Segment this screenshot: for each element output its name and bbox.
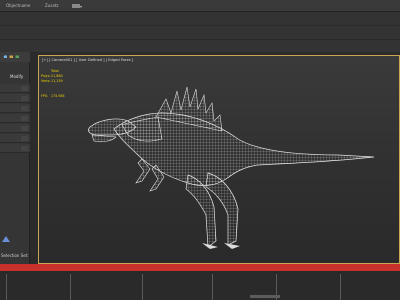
list-item[interactable] bbox=[0, 94, 30, 103]
list-item[interactable] bbox=[0, 114, 30, 123]
list-cell bbox=[21, 126, 28, 131]
list-item[interactable] bbox=[0, 124, 30, 133]
list-cell bbox=[21, 106, 28, 111]
timeline-tick bbox=[70, 274, 71, 300]
toolbar-area bbox=[0, 12, 400, 52]
list-cell bbox=[21, 136, 28, 141]
menu-item-zusatz[interactable]: Zusatz bbox=[45, 3, 58, 8]
command-panel-header bbox=[0, 52, 30, 62]
timeline-slider-bar[interactable] bbox=[0, 264, 400, 271]
list-item[interactable] bbox=[0, 144, 30, 153]
menu-bar: Objectname Zusatz ▾ bbox=[0, 0, 400, 12]
object-thumbnail-icon[interactable] bbox=[1, 235, 11, 243]
list-cell bbox=[21, 116, 28, 121]
foot bbox=[224, 243, 240, 249]
selection-set-label: Selection Set: bbox=[1, 253, 29, 258]
sphere-icon[interactable] bbox=[3, 55, 7, 58]
timeline-tick bbox=[340, 274, 341, 300]
display-icon[interactable] bbox=[72, 4, 80, 8]
list-cell bbox=[21, 86, 28, 91]
dropdown-arrow-icon[interactable]: ▾ bbox=[80, 4, 82, 9]
list-cell bbox=[21, 96, 28, 101]
hierarchy-icon[interactable] bbox=[15, 55, 19, 58]
command-panel: Modify Selection Set: bbox=[0, 52, 30, 264]
menu-item-objectname[interactable]: Objectname bbox=[6, 3, 30, 8]
list-item[interactable] bbox=[0, 104, 30, 113]
dinosaur-wireframe-model[interactable] bbox=[38, 55, 400, 264]
timeline[interactable] bbox=[0, 264, 400, 300]
timeline-tick bbox=[142, 274, 143, 300]
toolbar-divider bbox=[0, 25, 400, 26]
timeline-tick bbox=[212, 274, 213, 300]
list-item[interactable] bbox=[0, 134, 30, 143]
modify-label: Modify bbox=[10, 74, 24, 79]
timeline-tick bbox=[6, 274, 7, 300]
list-item[interactable] bbox=[0, 84, 30, 93]
status-indicator bbox=[250, 295, 280, 298]
toolbar-divider bbox=[0, 39, 400, 40]
list-cell bbox=[21, 146, 28, 151]
modifier-icon[interactable] bbox=[9, 55, 13, 58]
jaw bbox=[91, 134, 117, 143]
